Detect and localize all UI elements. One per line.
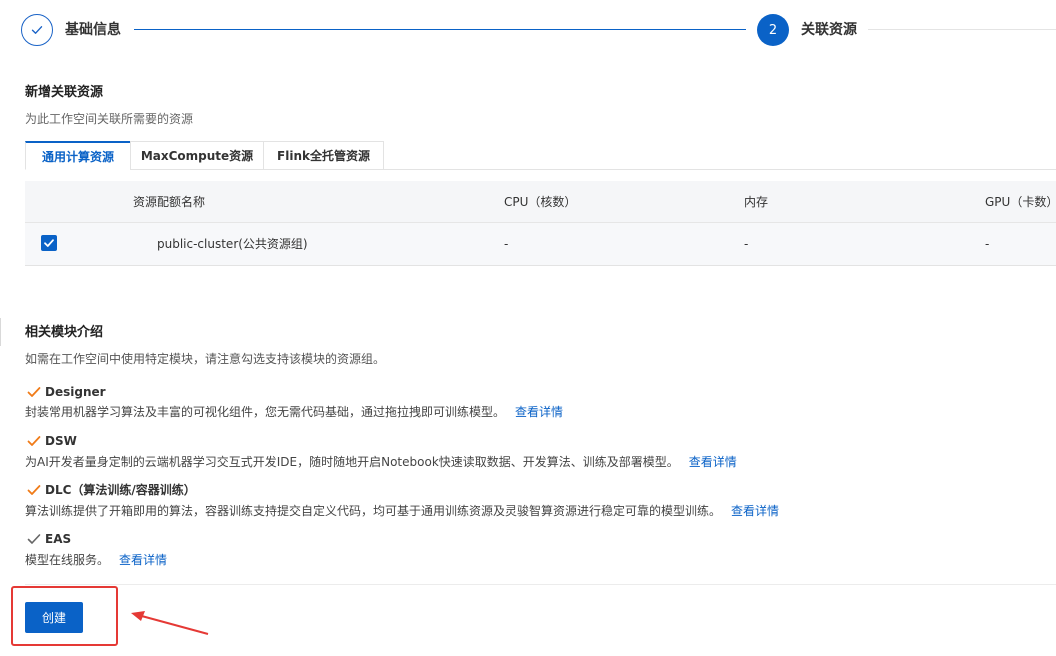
row-checkbox[interactable] — [41, 235, 57, 251]
resources-description: 为此工作空间关联所需要的资源 — [25, 112, 194, 126]
cell-cpu: - — [504, 237, 509, 251]
module-description-text: 算法训练提供了开箱即用的算法，容器训练支持提交自定义代码，均可基于通用训练资源及… — [25, 504, 722, 518]
view-details-link[interactable]: 查看详情 — [689, 455, 737, 469]
resource-tabs: 通用计算资源 MaxCompute资源 Flink全托管资源 — [25, 141, 384, 170]
step-1-label: 基础信息 — [65, 22, 121, 38]
module-name-label: EAS — [45, 532, 72, 546]
footer-divider — [25, 584, 1056, 585]
side-marker — [0, 318, 1, 346]
tab-maxcompute[interactable]: MaxCompute资源 — [130, 141, 263, 170]
resource-table: 资源配额名称 CPU（核数） 内存 GPU（卡数） public-cluster… — [25, 181, 1056, 266]
check-icon — [27, 387, 41, 397]
step-1-circle — [21, 14, 53, 46]
check-icon — [27, 485, 41, 495]
module-dlc-description: 算法训练提供了开箱即用的算法，容器训练支持提交自定义代码，均可基于通用训练资源及… — [25, 503, 779, 519]
table-row: public-cluster(公共资源组) - - - — [25, 223, 1056, 265]
column-header-cpu[interactable]: CPU（核数） — [504, 194, 576, 210]
annotation-arrow-icon — [131, 611, 209, 635]
column-header-memory[interactable]: 内存 — [744, 194, 768, 210]
tab-flink[interactable]: Flink全托管资源 — [263, 141, 384, 170]
resources-title: 新增关联资源 — [25, 85, 104, 100]
step-2-label: 关联资源 — [801, 22, 857, 38]
step-connector — [134, 29, 746, 30]
column-header-gpu[interactable]: GPU（卡数） — [985, 194, 1056, 210]
modules-title: 相关模块介绍 — [25, 325, 104, 340]
create-button[interactable]: 创建 — [25, 602, 83, 633]
module-dsw-description: 为AI开发者量身定制的云端机器学习交互式开发IDE，随时随地开启Notebook… — [25, 454, 737, 470]
view-details-link[interactable]: 查看详情 — [515, 405, 563, 419]
step-connector-trailing — [868, 29, 1056, 30]
column-header-name[interactable]: 资源配额名称 — [133, 194, 205, 210]
cell-resource-name: public-cluster(公共资源组) — [157, 237, 308, 251]
module-eas: EAS — [27, 531, 71, 547]
module-eas-description: 模型在线服务。 查看详情 — [25, 552, 167, 568]
step-2-circle: 2 — [757, 14, 789, 46]
checkmark-icon — [44, 239, 54, 247]
view-details-link[interactable]: 查看详情 — [119, 553, 167, 567]
table-header: 资源配额名称 CPU（核数） 内存 GPU（卡数） — [25, 181, 1056, 223]
module-designer: Designer — [27, 384, 106, 400]
tab-general-compute[interactable]: 通用计算资源 — [25, 141, 130, 170]
module-name-label: Designer — [45, 385, 106, 399]
module-name-label: DSW — [45, 434, 77, 448]
cell-gpu: - — [985, 237, 990, 251]
module-description-text: 为AI开发者量身定制的云端机器学习交互式开发IDE，随时随地开启Notebook… — [25, 455, 679, 469]
view-details-link[interactable]: 查看详情 — [731, 504, 779, 518]
modules-description: 如需在工作空间中使用特定模块，请注意勾选支持该模块的资源组。 — [25, 352, 386, 366]
check-icon — [27, 534, 41, 544]
module-name-label: DLC（算法训练/容器训练） — [45, 483, 196, 497]
cell-memory: - — [744, 237, 749, 251]
module-designer-description: 封装常用机器学习算法及丰富的可视化组件，您无需代码基础，通过拖拉拽即可训练模型。… — [25, 404, 563, 420]
module-description-text: 封装常用机器学习算法及丰富的可视化组件，您无需代码基础，通过拖拉拽即可训练模型。 — [25, 405, 506, 419]
steps-bar: 基础信息 2 关联资源 — [0, 0, 1056, 62]
module-description-text: 模型在线服务。 — [25, 553, 110, 567]
module-dlc: DLC（算法训练/容器训练） — [27, 482, 196, 498]
module-dsw: DSW — [27, 433, 77, 449]
check-icon — [31, 26, 43, 34]
check-icon — [27, 436, 41, 446]
